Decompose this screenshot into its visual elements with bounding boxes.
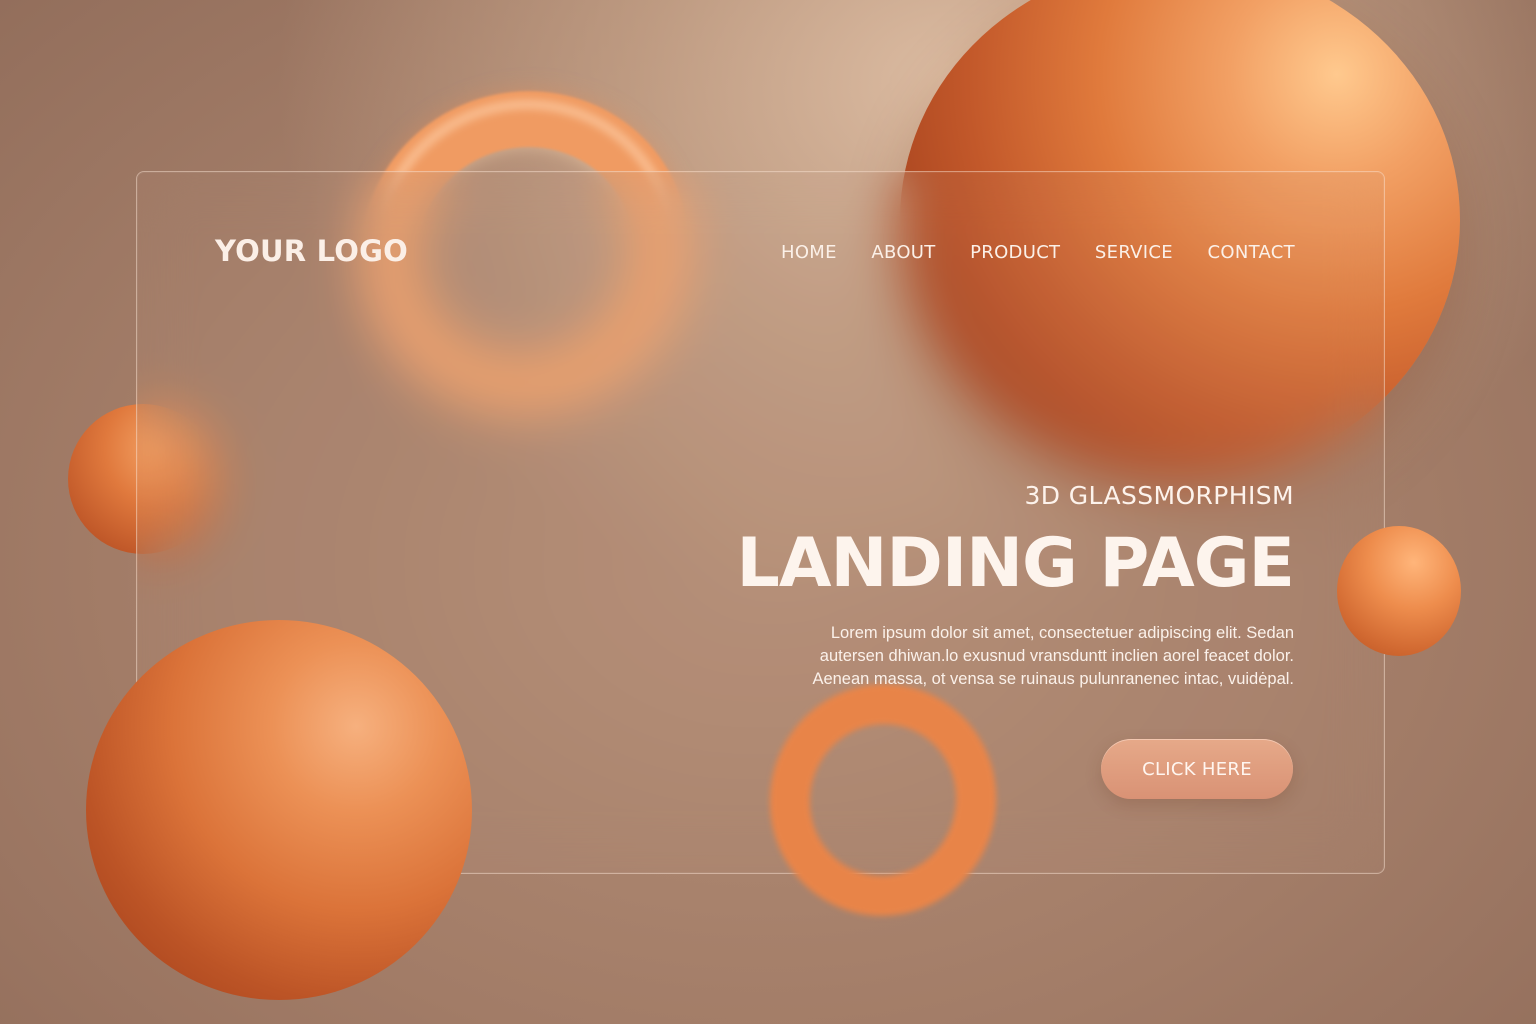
hero-subtitle: 3D GLASSMORPHISM xyxy=(1024,481,1294,510)
hero-description-line: Aenean massa, ot vensa se ruinaus pulunr… xyxy=(812,670,1294,688)
nav-link-service[interactable]: SERVICE xyxy=(1084,240,1184,265)
orange-sphere-right xyxy=(1337,526,1461,656)
click-here-button[interactable]: CLICK HERE xyxy=(1101,739,1293,799)
hero-description-line: Lorem ipsum dolor sit amet, consectetuer… xyxy=(830,624,1294,642)
large-orange-sphere-bottom-left xyxy=(86,620,472,1000)
logo[interactable]: YOUR LOGO xyxy=(215,234,408,268)
main-nav: HOME ABOUT PRODUCT SERVICE CONTACT xyxy=(770,239,1306,265)
nav-link-product[interactable]: PRODUCT xyxy=(959,240,1071,265)
hero-title: LANDING PAGE xyxy=(736,524,1295,603)
nav-link-home[interactable]: HOME xyxy=(770,240,848,265)
nav-link-contact[interactable]: CONTACT xyxy=(1196,240,1305,265)
landing-page: YOUR LOGO HOME ABOUT PRODUCT SERVICE CON… xyxy=(0,0,1536,1024)
nav-link-about[interactable]: ABOUT xyxy=(860,240,946,265)
hero-description: Lorem ipsum dolor sit amet, consectetuer… xyxy=(774,622,1294,691)
hero-description-line: autersen dhiwan.lo exusnud vransduntt in… xyxy=(819,647,1294,665)
